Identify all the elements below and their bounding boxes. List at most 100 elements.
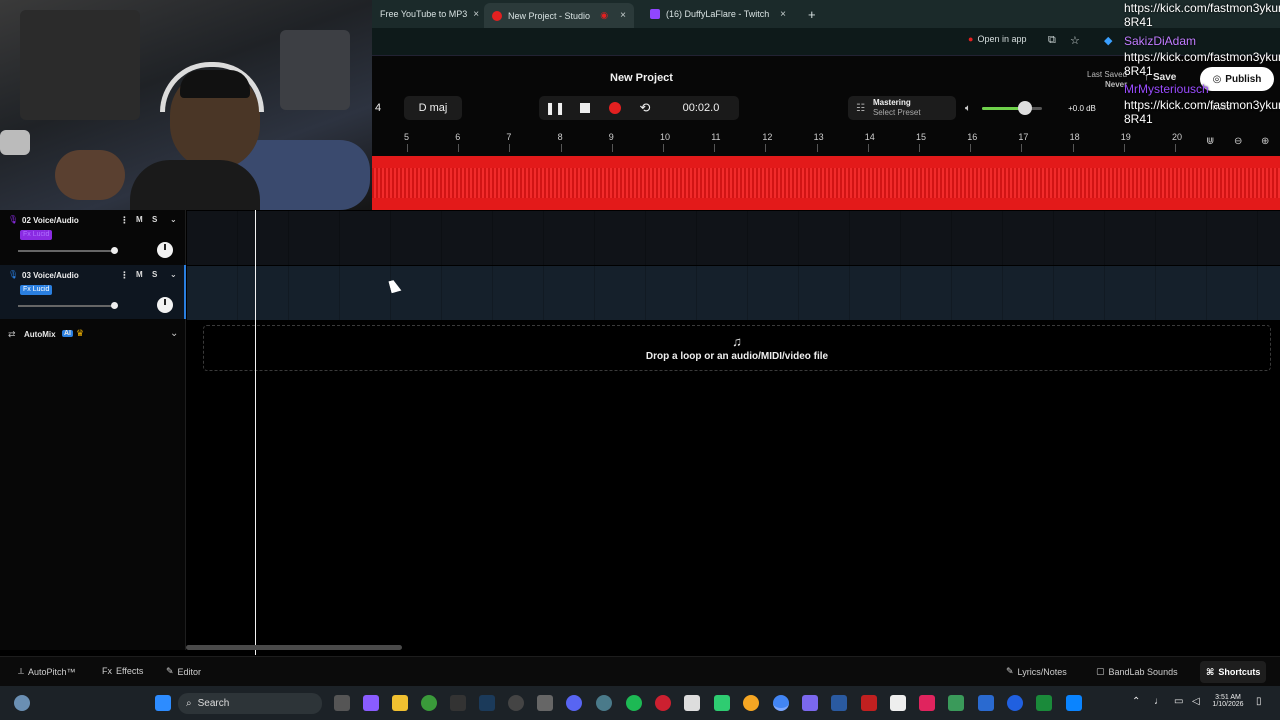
discord-icon[interactable] xyxy=(566,695,582,711)
track-header-03[interactable]: 🎙︎ 03 Voice/Audio ⋮ M S ⌄ Fx Lucid xyxy=(0,265,186,319)
automix-row[interactable]: ⇄ AutoMix AI ♛ ⌄ xyxy=(0,326,186,344)
solo-button[interactable]: S xyxy=(152,270,157,279)
editor-button[interactable]: ✎ Editor xyxy=(166,666,201,677)
effects-button[interactable]: Fx Effects xyxy=(102,666,143,676)
track-volume-slider[interactable] xyxy=(18,250,114,252)
opera-icon[interactable] xyxy=(655,695,671,711)
app-icon[interactable] xyxy=(1066,695,1082,711)
key-selector[interactable]: D maj xyxy=(404,96,462,120)
capcut-icon[interactable] xyxy=(684,695,700,711)
close-icon[interactable]: × xyxy=(780,9,786,20)
file-explorer-icon[interactable] xyxy=(392,695,408,711)
app-icon[interactable] xyxy=(948,695,964,711)
bookmark-star-icon[interactable]: ☆ xyxy=(1070,34,1080,47)
app-icon[interactable] xyxy=(802,695,818,711)
tray-chevron-icon[interactable]: ⌃ xyxy=(1132,696,1140,707)
network-icon[interactable]: ▭ xyxy=(1174,696,1183,707)
spotify-icon[interactable] xyxy=(626,695,642,711)
notification-icon[interactable]: ▯ xyxy=(1256,696,1262,707)
microphone-icon[interactable]: ♩ xyxy=(1154,696,1164,707)
fx-badge[interactable]: Fx Lucid xyxy=(20,230,53,240)
taskbar-search[interactable]: ⌕ Search xyxy=(178,693,322,714)
volume-knob[interactable] xyxy=(1018,101,1032,115)
weather-icon[interactable] xyxy=(14,695,30,711)
playhead[interactable] xyxy=(255,210,256,655)
app-icon[interactable] xyxy=(714,695,730,711)
chevron-down-icon[interactable]: ⌄ xyxy=(170,270,177,279)
volume-handle[interactable] xyxy=(111,247,118,254)
stop-button[interactable] xyxy=(574,96,596,120)
settings-icon[interactable] xyxy=(537,695,553,711)
pan-knob[interactable] xyxy=(157,297,173,313)
windows-start-icon[interactable] xyxy=(155,695,171,711)
zoom-out-icon[interactable]: ⊖ xyxy=(1234,136,1242,147)
app-icon[interactable] xyxy=(743,695,759,711)
app-icon[interactable] xyxy=(596,695,612,711)
lyrics-notes-button[interactable]: ✎ Lyrics/Notes xyxy=(1006,666,1067,677)
loop-button[interactable]: ⟲ xyxy=(634,96,656,120)
open-in-app-button[interactable]: ● Open in app xyxy=(968,34,1026,44)
install-icon[interactable]: ⧉ xyxy=(1048,34,1056,47)
volume-icon[interactable]: ◁ xyxy=(1192,696,1200,707)
track-menu-icon[interactable]: ⋮ xyxy=(120,215,129,226)
close-icon[interactable]: × xyxy=(620,10,626,21)
stop-icon xyxy=(580,103,590,113)
audio-region-waveform[interactable] xyxy=(372,156,1280,210)
ruler-tick-label: 7 xyxy=(506,132,512,142)
solo-button[interactable]: S xyxy=(152,215,157,224)
app-icon[interactable] xyxy=(890,695,906,711)
close-icon[interactable]: × xyxy=(473,9,479,20)
track-volume-slider[interactable] xyxy=(18,305,114,307)
speaker-icon[interactable]: 🔈︎ xyxy=(960,96,976,120)
fx-badge[interactable]: Fx Lucid xyxy=(20,285,53,295)
tiktok-icon[interactable] xyxy=(919,695,935,711)
volume-handle[interactable] xyxy=(111,302,118,309)
magnet-snap-icon[interactable]: ⋓ xyxy=(1206,136,1214,147)
track-lane-02[interactable] xyxy=(187,211,1280,265)
zoom-in-icon[interactable]: ⊕ xyxy=(1261,136,1269,147)
pencil-icon: ✎ xyxy=(1006,666,1014,676)
pause-button[interactable]: ❚❚ xyxy=(544,96,566,120)
app-icon[interactable] xyxy=(1007,695,1023,711)
tab-new-project-studio[interactable]: New Project - Studio ◉ × xyxy=(484,3,634,28)
steam-icon[interactable] xyxy=(479,695,495,711)
track-header-02[interactable]: 🎙︎ 02 Voice/Audio ⋮ M S ⌄ Fx Lucid xyxy=(0,210,186,264)
chevron-down-icon[interactable]: ⌄ xyxy=(170,328,178,339)
autopitch-button[interactable]: ⟂ AutoPitch™ xyxy=(18,666,76,677)
timeline-ruler[interactable]: 5 6 7 8 9 10 11 12 13 14 15 16 17 18 19 20 xyxy=(372,130,1280,156)
autopitch-icon: ⟂ xyxy=(18,666,25,676)
tab-label: (16) DuffyLaFlare - Twitch xyxy=(666,9,770,19)
record-icon xyxy=(609,102,621,114)
track-lane-03[interactable] xyxy=(187,266,1280,320)
tab-youtube-mp3[interactable]: Free YouTube to MP3 × xyxy=(372,3,482,25)
mute-button[interactable]: M xyxy=(136,215,143,224)
shortcuts-button[interactable]: ⌘ Shortcuts xyxy=(1200,661,1267,683)
app-icon[interactable] xyxy=(861,695,877,711)
master-volume-slider[interactable] xyxy=(982,107,1042,110)
app-icon[interactable] xyxy=(1036,695,1052,711)
track-menu-icon[interactable]: ⋮ xyxy=(120,270,129,281)
chevron-down-icon[interactable]: ⌄ xyxy=(170,215,177,224)
bandlab-sounds-button[interactable]: ▢ BandLab Sounds xyxy=(1096,666,1178,677)
new-tab-button[interactable]: + xyxy=(800,3,822,25)
xbox-icon[interactable] xyxy=(421,695,437,711)
app-icon[interactable] xyxy=(978,695,994,711)
mute-button[interactable]: M xyxy=(136,270,143,279)
chrome-icon[interactable] xyxy=(773,695,789,711)
bar-counter[interactable]: 4 xyxy=(372,96,384,120)
publish-button[interactable]: ◎ Publish xyxy=(1200,67,1274,91)
chat-message: https://kick.com/fastmon3ykun xyxy=(1124,50,1280,64)
copilot-icon[interactable] xyxy=(363,695,379,711)
drop-zone[interactable]: ♫ Drop a loop or an audio/MIDI/video fil… xyxy=(203,325,1271,371)
record-button[interactable] xyxy=(604,96,626,120)
clock[interactable]: 3:51 AM 1/10/2026 xyxy=(1208,694,1248,708)
mastering-button[interactable]: ☷ Mastering Select Preset xyxy=(848,96,956,120)
extension-icon[interactable]: ◆ xyxy=(1104,34,1112,47)
pan-knob[interactable] xyxy=(157,242,173,258)
task-view-icon[interactable] xyxy=(334,695,350,711)
app-icon[interactable] xyxy=(508,695,524,711)
app-icon[interactable] xyxy=(831,695,847,711)
horizontal-scrollbar[interactable] xyxy=(186,645,402,650)
epic-games-icon[interactable] xyxy=(450,695,466,711)
tab-twitch[interactable]: (16) DuffyLaFlare - Twitch × xyxy=(642,3,794,25)
